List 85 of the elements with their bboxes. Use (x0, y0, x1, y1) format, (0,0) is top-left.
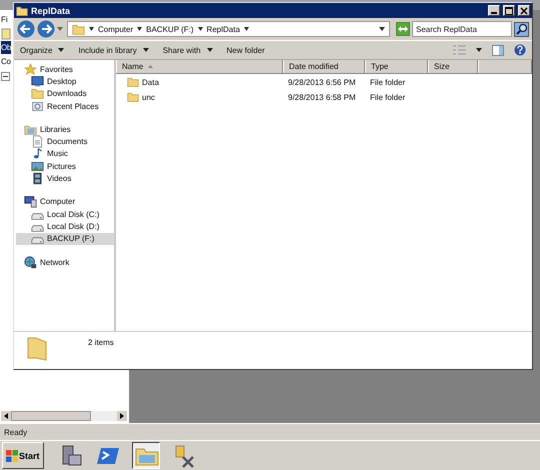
horizontal-scrollbar[interactable] (1, 411, 127, 421)
close-button[interactable] (518, 5, 530, 16)
folder-icon (26, 336, 48, 362)
nav-item[interactable]: Pictures (16, 160, 114, 172)
tab[interactable]: Ob (1, 41, 12, 54)
table-cell-text: File folder (369, 92, 406, 102)
minimize-icon (491, 12, 497, 14)
file-name-cell[interactable]: unc (116, 91, 283, 103)
nav-item[interactable]: Computer (16, 196, 114, 208)
document-icon (31, 135, 44, 148)
folder-icon (16, 4, 28, 16)
toolbar-button[interactable]: Share with (160, 46, 215, 54)
caret-icon (206, 48, 213, 52)
caret-icon[interactable] (89, 27, 94, 31)
back-button[interactable] (17, 20, 35, 38)
table-cell-text: 9/28/2013 6:56 PM (287, 78, 357, 86)
film-icon (31, 172, 44, 186)
folder-icon (127, 91, 139, 103)
preview-pane-icon[interactable] (492, 44, 504, 56)
column-header[interactable]: Name (116, 60, 283, 73)
nav-item[interactable]: Desktop (16, 75, 114, 88)
minimize-button[interactable] (488, 5, 500, 16)
maximize-icon (505, 6, 513, 14)
nav-item[interactable]: Recent Places (16, 100, 114, 112)
search-button[interactable] (514, 22, 529, 36)
breadcrumb[interactable]: Computer (98, 24, 134, 34)
toolbar-button[interactable]: Include in library (76, 46, 151, 54)
search-icon (516, 23, 528, 35)
file-name-cell[interactable]: Data (116, 76, 283, 88)
network-icon (24, 256, 37, 269)
nav-item[interactable]: Favorites (16, 63, 114, 76)
left-arrow-icon[interactable] (4, 413, 8, 419)
taskbar-button[interactable] (132, 442, 160, 469)
status-text: Ready (4, 428, 28, 436)
folder-icon (72, 22, 85, 36)
nav-item[interactable]: Videos (16, 172, 114, 185)
menu-item[interactable]: Fi (1, 15, 8, 24)
dropdown-icon[interactable] (379, 27, 385, 31)
breadcrumb[interactable]: BACKUP (F:) (146, 24, 194, 34)
table-cell-text: 9/28/2013 6:58 PM (287, 92, 357, 102)
nav-item[interactable]: Network (16, 256, 114, 268)
right-arrow-icon[interactable] (120, 413, 124, 419)
forward-button[interactable] (37, 20, 55, 38)
computer-icon (24, 195, 37, 208)
caret-icon[interactable] (476, 48, 482, 52)
tab[interactable]: Co (1, 55, 11, 68)
picture-icon (31, 160, 44, 173)
nav-item[interactable]: Music (16, 148, 114, 160)
caret-icon (142, 48, 149, 52)
nav-item[interactable]: Documents (16, 135, 114, 148)
nav-item[interactable]: Libraries (16, 123, 114, 136)
caret-icon[interactable] (244, 27, 249, 31)
search-field[interactable]: Search ReplData (412, 21, 512, 37)
column-header[interactable]: Date modified (283, 60, 365, 73)
window-title: ReplData (31, 6, 70, 16)
start-button[interactable]: Start (2, 442, 44, 469)
close-icon (520, 6, 528, 14)
music-note-icon (31, 147, 44, 160)
folder-icon (31, 87, 44, 100)
column-header[interactable]: Size (428, 60, 478, 73)
sort-arrow-icon (148, 65, 154, 68)
star-icon (24, 62, 37, 76)
item-count: 2 items (88, 338, 114, 347)
nav-item[interactable]: Local Disk (D:) (16, 220, 114, 233)
toolbar-button[interactable]: Organize (18, 46, 66, 54)
toolbar-button[interactable]: New folder (224, 46, 267, 54)
help-icon[interactable] (514, 44, 526, 56)
maximize-button[interactable] (503, 5, 515, 16)
recent-places-icon (31, 100, 44, 113)
address-bar[interactable]: Computer BACKUP (F:) ReplData (67, 21, 390, 37)
caret-icon (58, 48, 64, 52)
folder-icon (127, 76, 139, 88)
nav-item[interactable]: BACKUP (F:) (16, 232, 114, 245)
nav-item[interactable]: Local Disk (C:) (16, 208, 114, 220)
column-header[interactable]: Type (365, 60, 428, 73)
caret-icon[interactable] (198, 27, 203, 31)
nav-item[interactable]: Downloads (16, 88, 114, 100)
breadcrumb[interactable]: ReplData (206, 24, 240, 34)
refresh-icon (397, 24, 409, 34)
table-cell-text: File folder (369, 78, 406, 86)
windows-logo-icon (6, 450, 18, 462)
refresh-button[interactable] (396, 22, 410, 36)
monitor-icon (31, 74, 44, 88)
note-icon (1, 28, 11, 40)
caret-icon[interactable] (137, 27, 142, 31)
